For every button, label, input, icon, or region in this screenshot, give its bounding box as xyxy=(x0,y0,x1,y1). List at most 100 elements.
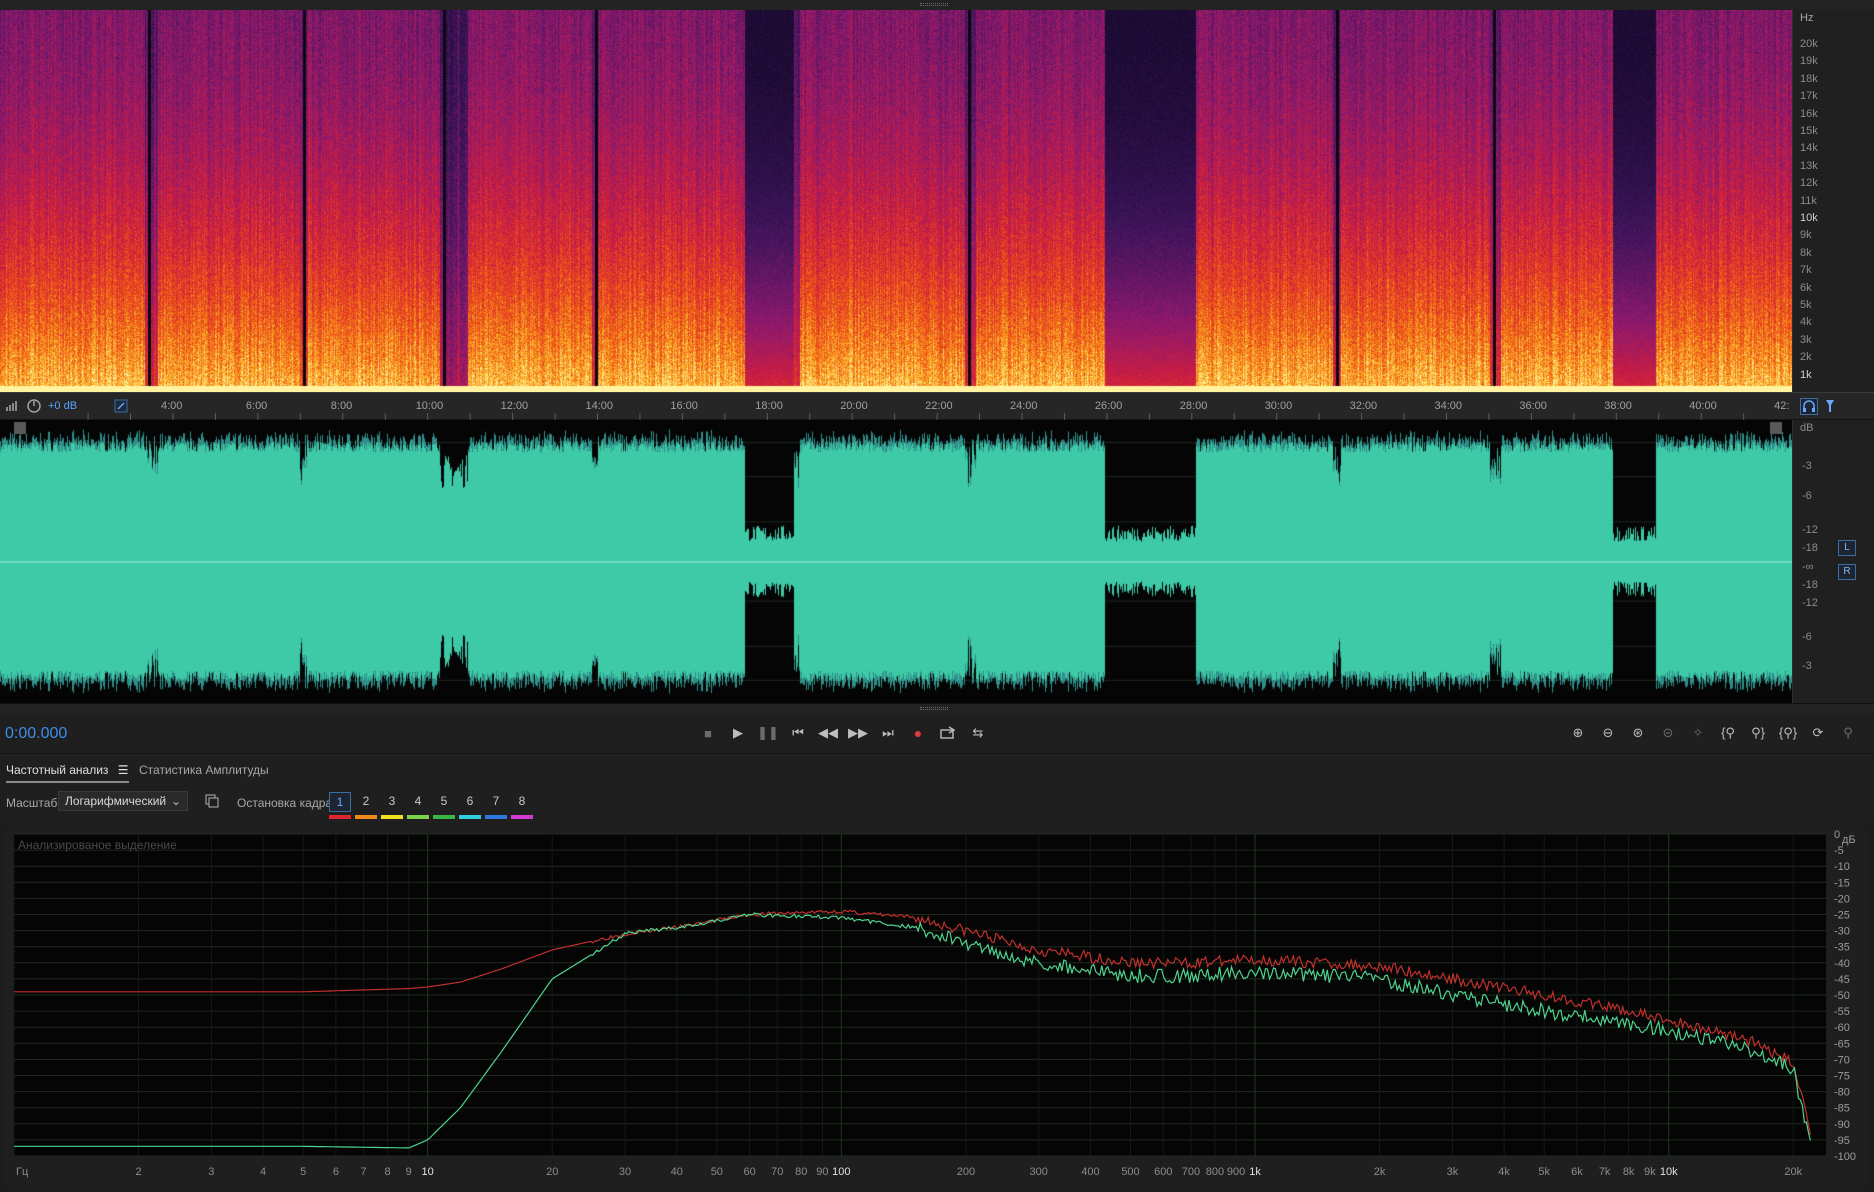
timeline-tick-label: 22:00 xyxy=(925,400,953,412)
x-tick-label: 6k xyxy=(1571,1166,1583,1178)
spectrogram-display[interactable] xyxy=(0,10,1792,392)
x-tick-label: 500 xyxy=(1121,1166,1139,1178)
timeline-tick-label: 18:00 xyxy=(755,400,783,412)
frame-hold-button[interactable]: 7 xyxy=(485,792,507,812)
rewind-icon[interactable]: ◀◀ xyxy=(816,723,840,743)
skip-to-start-icon[interactable]: ⏮ xyxy=(786,723,810,743)
y-tick-label: -15 xyxy=(1834,877,1850,889)
x-tick-label: 5k xyxy=(1538,1166,1550,1178)
y-tick-label: -60 xyxy=(1834,1022,1850,1034)
hz-tick-label: 7k xyxy=(1800,264,1812,277)
zoom-out-time-icon[interactable]: ⊝ xyxy=(1656,723,1680,743)
volume-knob-icon[interactable] xyxy=(26,398,42,414)
timeline-tick-label: 40:00 xyxy=(1689,400,1717,412)
timeline-tick-label: 6:00 xyxy=(245,400,268,412)
frame-color-swatch xyxy=(381,815,403,819)
x-tick-label: 900 xyxy=(1227,1166,1245,1178)
copy-icon[interactable] xyxy=(204,793,220,809)
skip-selection-icon[interactable]: ⇆ xyxy=(966,723,990,743)
frame-hold-button[interactable]: 8 xyxy=(511,792,533,812)
pin-icon[interactable] xyxy=(113,398,129,414)
x-tick-label: 90 xyxy=(816,1166,828,1178)
hz-tick-label: 15k xyxy=(1800,125,1818,137)
frame-color-swatch xyxy=(407,815,429,819)
y-tick-label: -5 xyxy=(1834,845,1844,857)
gain-value[interactable]: +0 dB xyxy=(48,400,77,412)
x-tick-label: 3k xyxy=(1447,1166,1459,1178)
top-panel-handle[interactable] xyxy=(0,0,1874,10)
frame-hold-button[interactable]: 6 xyxy=(459,792,481,812)
tab-frequency-analysis[interactable]: Частотный анализ ☰ xyxy=(6,763,129,783)
frequency-analysis-chart[interactable]: Гц 2 3 4 5 6 7 8 9 10 20 30 40 50 60 70 80 90 100 200 300 400… xyxy=(6,830,1868,1186)
x-tick-label: 8 xyxy=(385,1166,391,1178)
timeline-tick-label: 16:00 xyxy=(670,400,698,412)
x-tick-label: 80 xyxy=(795,1166,807,1178)
zoom-out-full-icon[interactable]: {⚲} xyxy=(1776,723,1800,743)
analyzed-selection-label: Анализированое выделение xyxy=(18,838,177,852)
x-tick-label: 3 xyxy=(208,1166,214,1178)
zoom-in-time-icon[interactable]: ⊛ xyxy=(1626,723,1650,743)
frame-hold-button[interactable]: 2 xyxy=(355,792,377,812)
y-axis-unit: дБ xyxy=(1842,834,1856,846)
db-tick-label: -3 xyxy=(1802,460,1812,472)
y-tick-label: -40 xyxy=(1834,958,1850,970)
frame-hold-button[interactable]: 3 xyxy=(381,792,403,812)
record-icon[interactable]: ● xyxy=(906,723,930,743)
zoom-in-at-end-icon[interactable]: ⚲} xyxy=(1746,723,1770,743)
pause-icon[interactable]: ❚❚ xyxy=(756,723,780,743)
scale-label: Масштаб: xyxy=(6,796,61,810)
hz-tick-label: 17k xyxy=(1800,90,1818,103)
loop-icon[interactable] xyxy=(936,723,960,743)
timeline-tick-label: 28:00 xyxy=(1179,400,1208,412)
fast-forward-icon[interactable]: ▶▶ xyxy=(846,723,870,743)
db-tick-label: -6 xyxy=(1802,631,1812,643)
waveform-display[interactable] xyxy=(0,420,1792,703)
timeline-tick-label: 8:00 xyxy=(330,400,353,412)
db-tick-label: -6 xyxy=(1802,490,1812,502)
stop-icon[interactable]: ■ xyxy=(696,723,720,743)
marker-pin-icon[interactable] xyxy=(1822,398,1840,415)
frame-color-swatch xyxy=(329,815,351,819)
x-tick-label: Гц xyxy=(16,1166,29,1178)
channel-right-button[interactable]: R xyxy=(1838,564,1856,580)
frame-hold-button[interactable]: 1 xyxy=(329,792,351,812)
x-tick-label: 7k xyxy=(1599,1166,1611,1178)
frame-hold-button[interactable]: 4 xyxy=(407,792,429,812)
db-tick-label: -12 xyxy=(1802,597,1818,609)
panel-divider-handle[interactable] xyxy=(0,703,1874,713)
timeline-tick-label: 26:00 xyxy=(1094,400,1123,412)
transport-bar: 0:00.000 ■ ▶ ❚❚ ⏮ ◀◀ ▶▶ ⏭ ● ⇆ ⊕ ⊖ ⊛ ⊝ ✧ … xyxy=(0,713,1874,753)
hz-tick-label: 6k xyxy=(1800,281,1812,294)
zoom-reset-icon[interactable]: ✧ xyxy=(1686,723,1710,743)
zoom-selection-icon[interactable]: ⟳ xyxy=(1806,723,1830,743)
zoom-in-amplitude-icon[interactable]: ⊕ xyxy=(1566,723,1590,743)
tab-amplitude-statistics[interactable]: Статистика Амплитуды xyxy=(139,763,269,777)
zoom-in-at-start-icon[interactable]: {⚲ xyxy=(1716,723,1740,743)
skip-to-end-icon[interactable]: ⏭ xyxy=(876,723,900,743)
timeline-tick-label: 38:00 xyxy=(1604,400,1632,412)
headphones-icon[interactable] xyxy=(1800,398,1818,415)
x-tick-label: 200 xyxy=(957,1166,975,1178)
hz-tick-label: 9k xyxy=(1800,229,1812,242)
frame-hold-button[interactable]: 5 xyxy=(433,792,455,812)
scale-select[interactable]: Логарифмический ⌄ xyxy=(58,791,188,811)
x-tick-label: 300 xyxy=(1030,1166,1048,1178)
current-time-display[interactable]: 0:00.000 xyxy=(5,725,67,743)
hz-tick-label: 11k xyxy=(1800,194,1817,207)
meter-icon[interactable] xyxy=(4,398,20,414)
zoom-out-amplitude-icon[interactable]: ⊖ xyxy=(1596,723,1620,743)
y-tick-label: -75 xyxy=(1834,1071,1850,1083)
x-tick-label: 400 xyxy=(1081,1166,1099,1178)
x-tick-label: 8k xyxy=(1623,1166,1635,1178)
y-tick-label: -85 xyxy=(1834,1103,1850,1115)
hz-tick-label: 4k xyxy=(1800,316,1812,329)
y-tick-label: -50 xyxy=(1834,990,1850,1002)
menu-icon[interactable]: ☰ xyxy=(118,763,129,777)
channel-left-button[interactable]: L xyxy=(1838,540,1856,556)
hz-tick-label: 3k xyxy=(1800,333,1812,346)
y-tick-label: 0 xyxy=(1834,830,1840,841)
x-tick-label: 100 xyxy=(832,1166,850,1178)
timeline-ruler[interactable]: +0 dB 4:00 6:00 8:00 10:00 12:00 14:00 16:00 18… xyxy=(0,392,1874,421)
zoom-disabled-icon[interactable]: ⚲ xyxy=(1836,723,1860,743)
play-icon[interactable]: ▶ xyxy=(726,723,750,743)
